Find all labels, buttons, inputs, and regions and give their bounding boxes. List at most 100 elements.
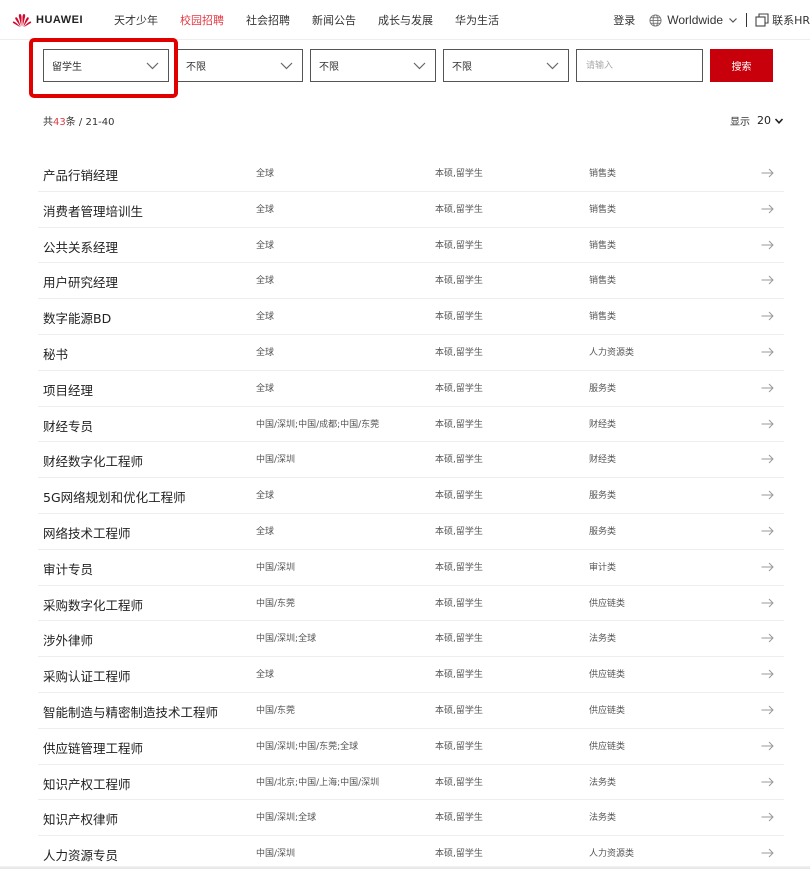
- job-category: 服务类: [589, 383, 617, 394]
- job-row[interactable]: 用户研究经理 全球 本硕,留学生 销售类: [38, 263, 784, 300]
- job-title[interactable]: 公共关系经理: [43, 237, 118, 256]
- job-row[interactable]: 公共关系经理 全球 本硕,留学生 销售类: [38, 228, 784, 264]
- job-row[interactable]: 财经数字化工程师 中国/深圳 本硕,留学生 财经类: [38, 442, 784, 479]
- job-title[interactable]: 审计专员: [43, 559, 93, 578]
- nav-item-life[interactable]: 华为生活: [455, 12, 499, 28]
- arrow-right-icon[interactable]: [761, 454, 774, 464]
- job-row[interactable]: 知识产权律师 中国/深圳;全球 本硕,留学生 法务类: [38, 800, 784, 837]
- job-title[interactable]: 知识产权律师: [43, 809, 118, 828]
- arrow-right-icon[interactable]: [761, 562, 774, 572]
- arrow-right-icon[interactable]: [761, 419, 774, 429]
- job-category: 法务类: [589, 777, 617, 788]
- arrow-right-icon[interactable]: [761, 311, 774, 321]
- arrow-right-icon[interactable]: [761, 347, 774, 357]
- job-category: 销售类: [589, 204, 617, 215]
- student-type-select[interactable]: 留学生: [43, 49, 169, 82]
- job-row[interactable]: 供应链管理工程师 中国/深圳;中国/东莞;全球 本硕,留学生 供应链类: [38, 729, 784, 765]
- search-input[interactable]: [576, 49, 703, 82]
- job-row[interactable]: 采购数字化工程师 中国/东莞 本硕,留学生 供应链类: [38, 586, 784, 622]
- job-row[interactable]: 人力资源专员 中国/深圳 本硕,留学生 人力资源类: [38, 836, 784, 869]
- nav-item-campus-recruitment[interactable]: 校园招聘: [180, 12, 224, 28]
- chevron-down-icon: [774, 117, 784, 124]
- job-row[interactable]: 5G网络规划和优化工程师 全球 本硕,留学生 服务类: [38, 478, 784, 514]
- job-row[interactable]: 财经专员 中国/深圳;中国/成都;中国/东莞 本硕,留学生 财经类: [38, 407, 784, 443]
- job-title[interactable]: 财经数字化工程师: [43, 451, 143, 470]
- job-location: 中国/深圳: [256, 562, 296, 573]
- huawei-logo[interactable]: HUAWEI: [12, 10, 83, 30]
- job-education: 本硕,留学生: [435, 455, 483, 466]
- job-title[interactable]: 消费者管理培训生: [43, 201, 143, 220]
- nav-item-growth[interactable]: 成长与发展: [378, 12, 433, 28]
- arrow-right-icon[interactable]: [761, 240, 774, 250]
- arrow-right-icon[interactable]: [761, 633, 774, 643]
- job-row[interactable]: 产品行销经理 全球 本硕,留学生 销售类: [38, 156, 784, 192]
- job-education: 本硕,留学生: [435, 491, 483, 502]
- filter-select-2[interactable]: 不限: [177, 49, 303, 82]
- arrow-right-icon[interactable]: [761, 383, 774, 393]
- job-category: 财经类: [589, 419, 617, 430]
- arrow-right-icon[interactable]: [761, 848, 774, 858]
- arrow-right-icon[interactable]: [761, 812, 774, 822]
- contact-hr-link[interactable]: 联系HR: [755, 12, 810, 28]
- search-button[interactable]: 搜索: [710, 49, 773, 82]
- region-selector[interactable]: Worldwide: [649, 13, 738, 27]
- arrow-right-icon[interactable]: [761, 168, 774, 178]
- job-category: 销售类: [589, 240, 617, 251]
- job-title[interactable]: 涉外律师: [43, 630, 93, 649]
- nav-item-genius-youth[interactable]: 天才少年: [114, 12, 158, 28]
- job-category: 法务类: [589, 634, 617, 645]
- job-title[interactable]: 供应链管理工程师: [43, 738, 143, 757]
- filter-select-4[interactable]: 不限: [443, 49, 569, 82]
- job-education: 本硕,留学生: [435, 849, 483, 860]
- arrow-right-icon[interactable]: [761, 598, 774, 608]
- page-size-selector[interactable]: 显示 20: [730, 113, 784, 128]
- nav-item-social-recruitment[interactable]: 社会招聘: [246, 12, 290, 28]
- copy-window-icon: [755, 13, 769, 27]
- job-location: 全球: [256, 670, 275, 681]
- job-row[interactable]: 智能制造与精密制造技术工程师 中国/东莞 本硕,留学生 供应链类: [38, 693, 784, 729]
- job-title[interactable]: 采购认证工程师: [43, 666, 131, 685]
- job-location: 全球: [256, 204, 275, 215]
- job-row[interactable]: 数字能源BD 全球 本硕,留学生 销售类: [38, 299, 784, 335]
- arrow-right-icon[interactable]: [761, 275, 774, 285]
- job-row[interactable]: 采购认证工程师 全球 本硕,留学生 供应链类: [38, 657, 784, 693]
- job-title[interactable]: 5G网络规划和优化工程师: [43, 487, 186, 506]
- job-education: 本硕,留学生: [435, 598, 483, 609]
- job-title[interactable]: 项目经理: [43, 380, 93, 399]
- job-title[interactable]: 网络技术工程师: [43, 523, 131, 542]
- job-title[interactable]: 数字能源BD: [43, 308, 111, 327]
- huawei-petal-icon: [12, 14, 32, 28]
- job-title[interactable]: 秘书: [43, 344, 68, 363]
- arrow-right-icon[interactable]: [761, 490, 774, 500]
- arrow-right-icon[interactable]: [761, 741, 774, 751]
- job-row[interactable]: 审计专员 中国/深圳 本硕,留学生 审计类: [38, 550, 784, 586]
- job-title[interactable]: 知识产权工程师: [43, 774, 131, 793]
- job-row[interactable]: 项目经理 全球 本硕,留学生 服务类: [38, 371, 784, 407]
- job-title[interactable]: 人力资源专员: [43, 845, 118, 864]
- header-actions: 登录 Worldwide 联系HR: [613, 0, 810, 40]
- login-link[interactable]: 登录: [613, 12, 635, 28]
- arrow-right-icon[interactable]: [761, 669, 774, 679]
- job-title[interactable]: 采购数字化工程师: [43, 595, 143, 614]
- job-education: 本硕,留学生: [435, 634, 483, 645]
- job-row[interactable]: 知识产权工程师 中国/北京;中国/上海;中国/深圳 本硕,留学生 法务类: [38, 765, 784, 801]
- job-title[interactable]: 财经专员: [43, 416, 93, 435]
- job-row[interactable]: 消费者管理培训生 全球 本硕,留学生 销售类: [38, 192, 784, 228]
- arrow-right-icon[interactable]: [761, 777, 774, 787]
- logo-text: HUAWEI: [36, 14, 83, 26]
- arrow-right-icon[interactable]: [761, 526, 774, 536]
- job-title[interactable]: 智能制造与精密制造技术工程师: [43, 702, 218, 721]
- job-title[interactable]: 用户研究经理: [43, 272, 118, 291]
- job-row[interactable]: 秘书 全球 本硕,留学生 人力资源类: [38, 335, 784, 371]
- job-education: 本硕,留学生: [435, 670, 483, 681]
- nav-item-news[interactable]: 新闻公告: [312, 12, 356, 28]
- arrow-right-icon[interactable]: [761, 705, 774, 715]
- region-label: Worldwide: [667, 13, 724, 27]
- job-location: 全球: [256, 347, 275, 358]
- header-divider: [746, 13, 748, 27]
- job-row[interactable]: 网络技术工程师 全球 本硕,留学生 服务类: [38, 514, 784, 550]
- filter-select-3[interactable]: 不限: [310, 49, 436, 82]
- job-title[interactable]: 产品行销经理: [43, 165, 118, 184]
- arrow-right-icon[interactable]: [761, 204, 774, 214]
- job-row[interactable]: 涉外律师 中国/深圳;全球 本硕,留学生 法务类: [38, 621, 784, 658]
